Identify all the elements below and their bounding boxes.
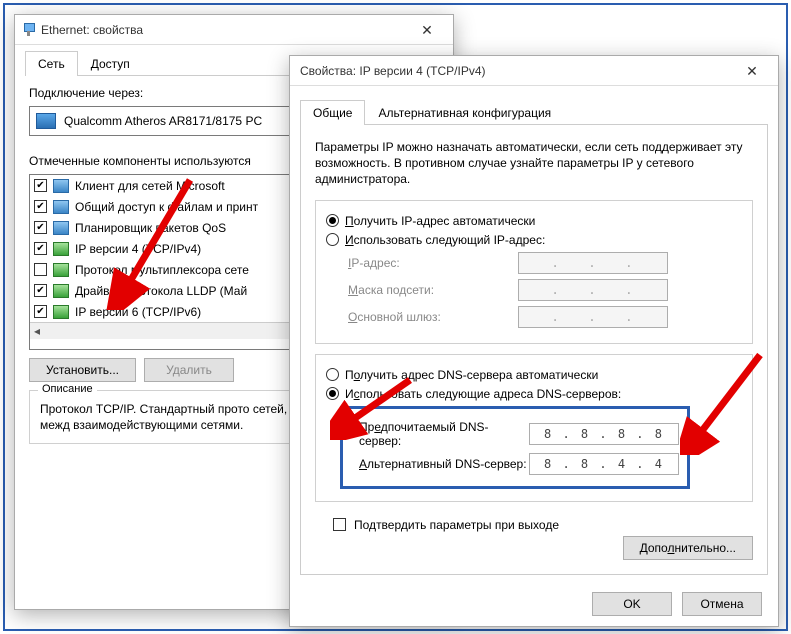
ok-button[interactable]: OK (592, 592, 672, 616)
ip-group: Получить IP-адрес автоматически Использо… (315, 200, 753, 344)
ipv4-properties-window: Свойства: IP версии 4 (TCP/IPv4) ✕ Общие… (289, 55, 779, 627)
gateway-label: Основной шлюз: (348, 310, 518, 324)
component-label: Протокол мультиплексора сете (75, 263, 249, 277)
checkbox-icon[interactable] (34, 263, 47, 276)
preferred-dns-input[interactable]: 8 . 8 . 8 . 8 (529, 423, 679, 445)
component-label: Драйвер протокола LLDP (Май (75, 284, 247, 298)
radio-dns-auto[interactable]: Получить адрес DNS-сервера автоматически (326, 368, 742, 382)
dns-group: Получить адрес DNS-сервера автоматически… (315, 354, 753, 502)
ethernet-icon (21, 22, 37, 38)
window-title: Свойства: IP версии 4 (TCP/IPv4) (296, 64, 732, 78)
checkbox-icon[interactable]: ✔ (34, 221, 47, 234)
tab-sharing[interactable]: Доступ (78, 51, 143, 76)
tab-general[interactable]: Общие (300, 100, 365, 125)
close-icon[interactable]: ✕ (407, 18, 447, 42)
radio-dns-manual[interactable]: Использовать следующие адреса DNS-сервер… (326, 387, 742, 401)
description-legend: Описание (38, 383, 97, 395)
service-icon (53, 179, 69, 193)
advanced-button[interactable]: Дополнительно... (623, 536, 753, 560)
mask-label: Маска подсети: (348, 283, 518, 297)
radio-icon (326, 368, 339, 381)
radio-label: Использовать следующие адреса DNS-сервер… (345, 387, 621, 401)
ip-address-input: . . . (518, 252, 668, 274)
checkbox-icon[interactable]: ✔ (34, 305, 47, 318)
tab-alt-config[interactable]: Альтернативная конфигурация (365, 100, 564, 125)
validate-label: Подтвердить параметры при выходе (354, 518, 559, 532)
component-label: Клиент для сетей Microsoft (75, 179, 225, 193)
protocol-icon (53, 263, 69, 277)
component-label: Планировщик пакетов QoS (75, 221, 226, 235)
install-button[interactable]: Установить... (29, 358, 136, 382)
validate-checkbox-row[interactable]: Подтвердить параметры при выходе (333, 518, 753, 532)
window-title: Ethernet: свойства (37, 23, 407, 37)
scroll-left-icon[interactable]: ◂ (30, 323, 44, 339)
checkbox-icon (333, 518, 346, 531)
tabs: Общие Альтернативная конфигурация (300, 100, 768, 125)
radio-ip-auto[interactable]: Получить IP-адрес автоматически (326, 214, 742, 228)
tab-network[interactable]: Сеть (25, 51, 78, 76)
radio-label: Получить адрес DNS-сервера автоматически (345, 368, 598, 382)
cancel-button[interactable]: Отмена (682, 592, 762, 616)
mask-input: . . . (518, 279, 668, 301)
uninstall-button[interactable]: Удалить (144, 358, 234, 382)
alternate-dns-input[interactable]: 8 . 8 . 4 . 4 (529, 453, 679, 475)
intro-text: Параметры IP можно назначать автоматичес… (315, 139, 753, 188)
protocol-icon (53, 284, 69, 298)
titlebar[interactable]: Ethernet: свойства ✕ (15, 15, 453, 45)
titlebar[interactable]: Свойства: IP версии 4 (TCP/IPv4) ✕ (290, 56, 778, 86)
checkbox-icon[interactable]: ✔ (34, 200, 47, 213)
radio-icon (326, 233, 339, 246)
radio-label: Использовать следующий IP-адрес: (345, 233, 545, 247)
dns-highlight-box: Предпочитаемый DNS-сервер: 8 . 8 . 8 . 8… (340, 406, 690, 489)
radio-ip-manual[interactable]: Использовать следующий IP-адрес: (326, 233, 742, 247)
radio-label: Получить IP-адрес автоматически (345, 214, 535, 228)
adapter-name: Qualcomm Atheros AR8171/8175 PC (64, 114, 262, 128)
preferred-dns-label: Предпочитаемый DNS-сервер: (359, 420, 529, 448)
checkbox-icon[interactable]: ✔ (34, 242, 47, 255)
component-label: IP версии 6 (TCP/IPv6) (75, 305, 201, 319)
close-icon[interactable]: ✕ (732, 59, 772, 83)
checkbox-icon[interactable]: ✔ (34, 284, 47, 297)
service-icon (53, 221, 69, 235)
ip-address-label: IP-адрес: (348, 256, 518, 270)
alternate-dns-label: Альтернативный DNS-сервер: (359, 457, 529, 471)
protocol-icon (53, 242, 69, 256)
nic-icon (36, 113, 56, 129)
component-label: IP версии 4 (TCP/IPv4) (75, 242, 201, 256)
protocol-icon (53, 305, 69, 319)
gateway-input: . . . (518, 306, 668, 328)
radio-icon (326, 387, 339, 400)
checkbox-icon[interactable]: ✔ (34, 179, 47, 192)
component-label: Общий доступ к файлам и принт (75, 200, 258, 214)
radio-icon (326, 214, 339, 227)
service-icon (53, 200, 69, 214)
